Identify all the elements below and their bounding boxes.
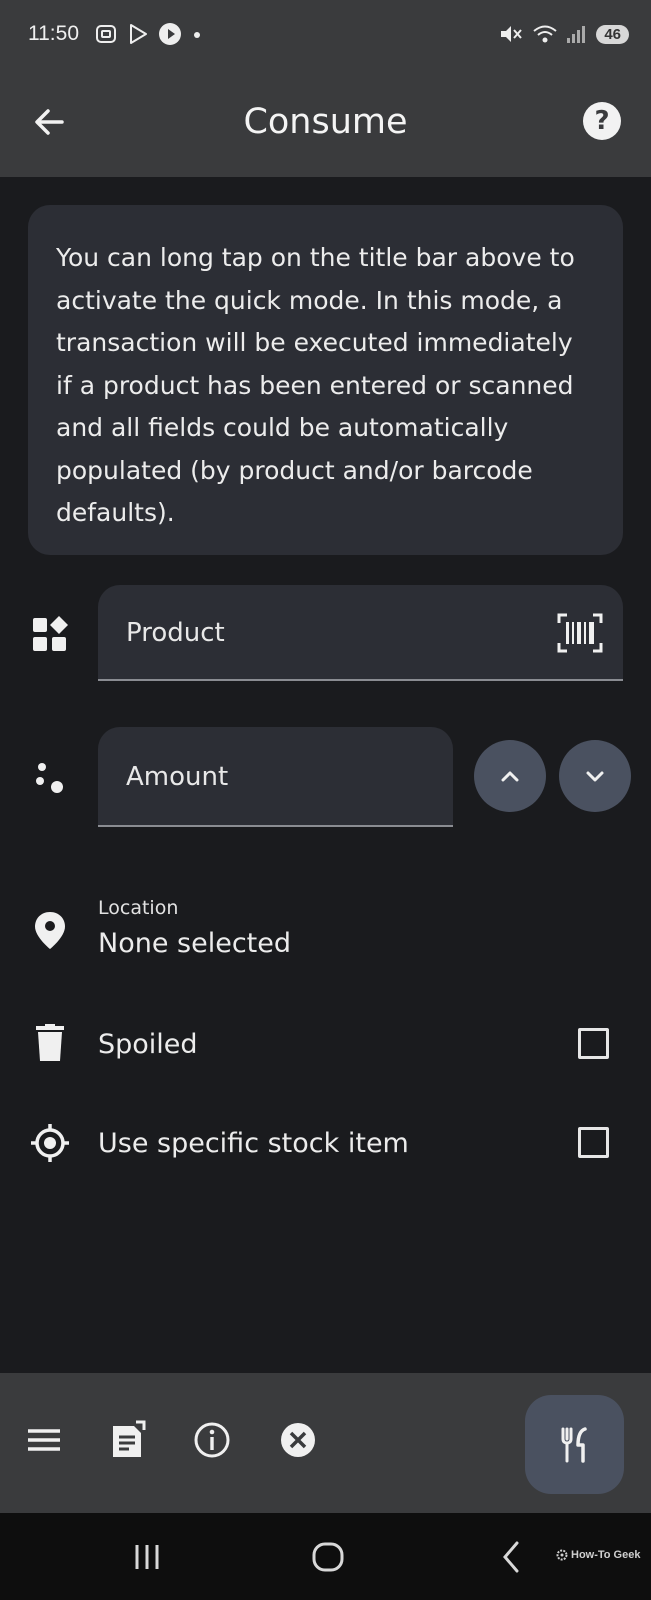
page-title[interactable]: Consume: [0, 102, 651, 142]
spoiled-checkbox[interactable]: [578, 1028, 609, 1059]
bottom-app-bar: [0, 1373, 651, 1513]
trash-icon: [36, 1024, 64, 1061]
recent-apps-icon[interactable]: [132, 1539, 162, 1575]
document-icon[interactable]: [108, 1420, 148, 1460]
watermark-text: How-To Geek: [571, 1549, 641, 1561]
app-bar: Consume ?: [0, 72, 651, 177]
dot-icon: [194, 32, 200, 38]
info-text: You can long tap on the title bar above …: [56, 243, 575, 527]
category-icon: [33, 616, 68, 651]
location-label: Location: [98, 897, 179, 919]
home-icon[interactable]: [310, 1539, 346, 1575]
nav-back-icon[interactable]: [496, 1539, 526, 1575]
decrease-amount-button[interactable]: [559, 740, 631, 812]
specific-stock-checkbox[interactable]: [578, 1127, 609, 1158]
system-navigation-bar: How-To Geek: [0, 1513, 651, 1600]
status-system-icons: 46: [498, 22, 629, 46]
chevron-up-icon: [501, 771, 519, 782]
help-button[interactable]: ?: [583, 102, 621, 140]
product-field[interactable]: Product: [98, 585, 623, 681]
spoiled-label: Spoiled: [98, 1029, 198, 1060]
help-circle-icon: ?: [594, 106, 610, 136]
amount-label: Amount: [126, 762, 229, 792]
product-label: Product: [126, 618, 225, 648]
consume-fab[interactable]: [525, 1395, 624, 1494]
gear-icon: [556, 1549, 568, 1561]
utensils-icon: [561, 1426, 587, 1463]
chevron-down-icon: [586, 771, 604, 782]
status-bar: 11:50 46: [0, 0, 651, 72]
amount-field[interactable]: Amount: [98, 727, 453, 827]
close-circle-icon[interactable]: [278, 1420, 318, 1460]
target-icon: [31, 1124, 69, 1162]
play-icon: [159, 23, 181, 45]
location-value: None selected: [98, 928, 291, 959]
wifi-icon: [533, 25, 557, 43]
info-icon[interactable]: [192, 1420, 232, 1460]
watermark: How-To Geek: [556, 1549, 640, 1561]
increase-amount-button[interactable]: [474, 740, 546, 812]
mute-icon: [501, 26, 523, 42]
play-store-icon: [130, 24, 147, 44]
location-pin-icon: [35, 912, 65, 949]
barcode-scan-icon[interactable]: [557, 613, 603, 653]
scatter-dots-icon: [36, 763, 63, 793]
quick-mode-info-card: You can long tap on the title bar above …: [28, 205, 623, 555]
status-time: 11:50: [28, 22, 79, 45]
status-notification-icons: [94, 22, 204, 46]
screenshot-icon: [96, 25, 116, 43]
menu-icon[interactable]: [24, 1420, 64, 1460]
signal-icon: [567, 26, 586, 43]
specific-stock-label: Use specific stock item: [98, 1128, 409, 1159]
battery-indicator: 46: [596, 24, 629, 44]
